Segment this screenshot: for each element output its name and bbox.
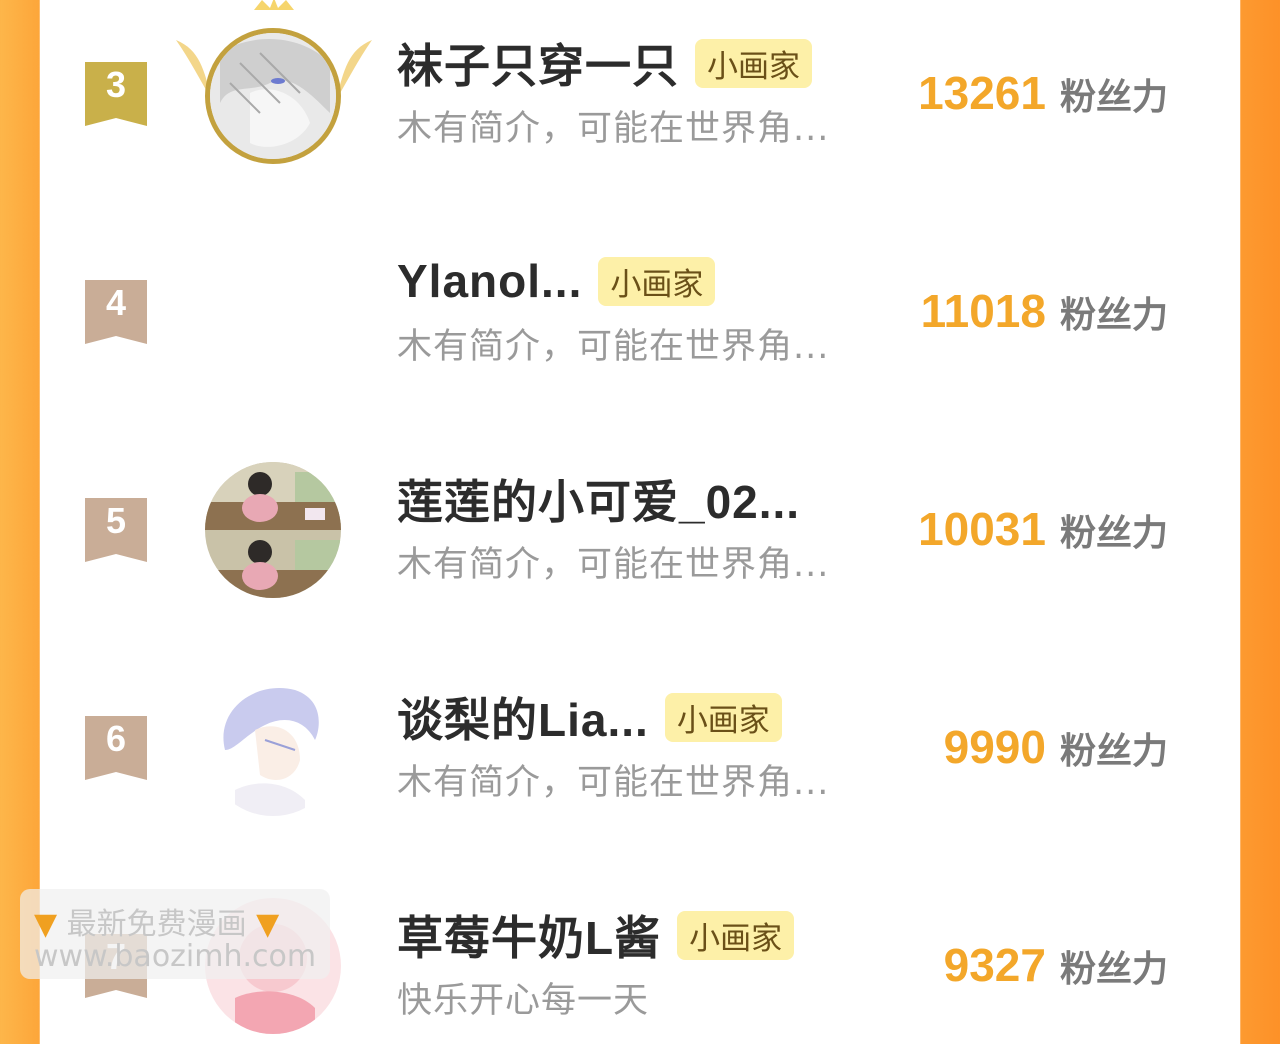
rank-number: 3: [105, 64, 127, 105]
fan-score: 11018 粉丝力: [921, 284, 1168, 338]
user-name[interactable]: 谈梨的Lia...: [397, 684, 649, 750]
level-tag: 小画家: [677, 910, 795, 960]
rank-number: 4: [105, 282, 127, 323]
user-intro: 木有简介，可能在世界角...: [397, 327, 830, 367]
ranking-panel: 3 袜子只穿一只 小画家 木有简介，可能在世界角... 13261 粉丝力 4 …: [40, 0, 1240, 1034]
user-intro: 木有简介，可能在世界角...: [397, 763, 830, 803]
list-item-rank-5[interactable]: 5 莲莲的小可爱_02... 木有简介，可能在世界角... 10031 粉丝力: [40, 448, 1240, 608]
fan-score-unit: 粉丝力: [1059, 77, 1168, 118]
list-item-rank-6[interactable]: 6 谈梨的Lia... 小画家 木有简介，可能在世界角... 9990 粉丝力: [40, 666, 1240, 826]
rank-badge: 4: [85, 280, 147, 344]
level-tag: 小画家: [695, 38, 812, 88]
fan-score-value: 10031: [918, 503, 1046, 555]
rank-badge: 6: [85, 716, 147, 780]
watermark-line-1: ▼ 最新免费漫画 ▼: [34, 899, 279, 943]
fan-score-value: 13261: [918, 67, 1046, 119]
user-intro: 木有简介，可能在世界角...: [397, 545, 830, 585]
rank-badge: 5: [85, 498, 147, 562]
avatar[interactable]: [205, 240, 341, 376]
list-item-rank-3[interactable]: 3 袜子只穿一只 小画家 木有简介，可能在世界角... 13261 粉丝力: [40, 0, 1240, 172]
fan-score-unit: 粉丝力: [1059, 295, 1168, 336]
fan-score-value: 11018: [920, 285, 1046, 337]
fan-score-unit: 粉丝力: [1059, 513, 1168, 554]
fan-score: 10031 粉丝力: [918, 502, 1168, 556]
user-name[interactable]: 草莓牛奶L酱: [397, 902, 661, 968]
rank-number: 5: [105, 500, 127, 541]
avatar[interactable]: [205, 28, 341, 164]
user-intro: 木有简介，可能在世界角...: [397, 109, 830, 149]
fan-score-value: 9990: [943, 721, 1046, 773]
fan-score: 9990 粉丝力: [944, 720, 1168, 774]
user-name[interactable]: Ylanol...: [397, 254, 582, 308]
user-name[interactable]: 袜子只穿一只: [397, 30, 679, 96]
pointing-down-hand-icon: ▼: [34, 907, 58, 942]
watermark-url: www.baozimh.com: [34, 939, 317, 974]
user-name[interactable]: 莲莲的小可爱_02...: [397, 466, 800, 532]
rank-number: 6: [105, 718, 127, 759]
list-item-rank-4[interactable]: 4 Ylanol... 小画家 木有简介，可能在世界角... 11018 粉丝力: [40, 230, 1240, 390]
level-tag: 小画家: [598, 256, 716, 306]
user-intro: 快乐开心每一天: [397, 981, 650, 1021]
avatar[interactable]: [205, 462, 341, 598]
fan-score: 9327 粉丝力: [944, 938, 1168, 992]
level-tag: 小画家: [664, 692, 782, 742]
watermark-text: 最新免费漫画: [66, 907, 247, 942]
watermark: ▼ 最新免费漫画 ▼ www.baozimh.com: [20, 889, 330, 979]
avatar[interactable]: [205, 680, 341, 816]
fan-score: 13261 粉丝力: [918, 66, 1168, 120]
fan-score-value: 9327: [943, 939, 1046, 991]
rank-badge: 3: [85, 62, 147, 126]
fan-score-unit: 粉丝力: [1059, 949, 1168, 990]
fan-score-unit: 粉丝力: [1059, 731, 1168, 772]
pointing-down-hand-icon: ▼: [256, 907, 280, 942]
